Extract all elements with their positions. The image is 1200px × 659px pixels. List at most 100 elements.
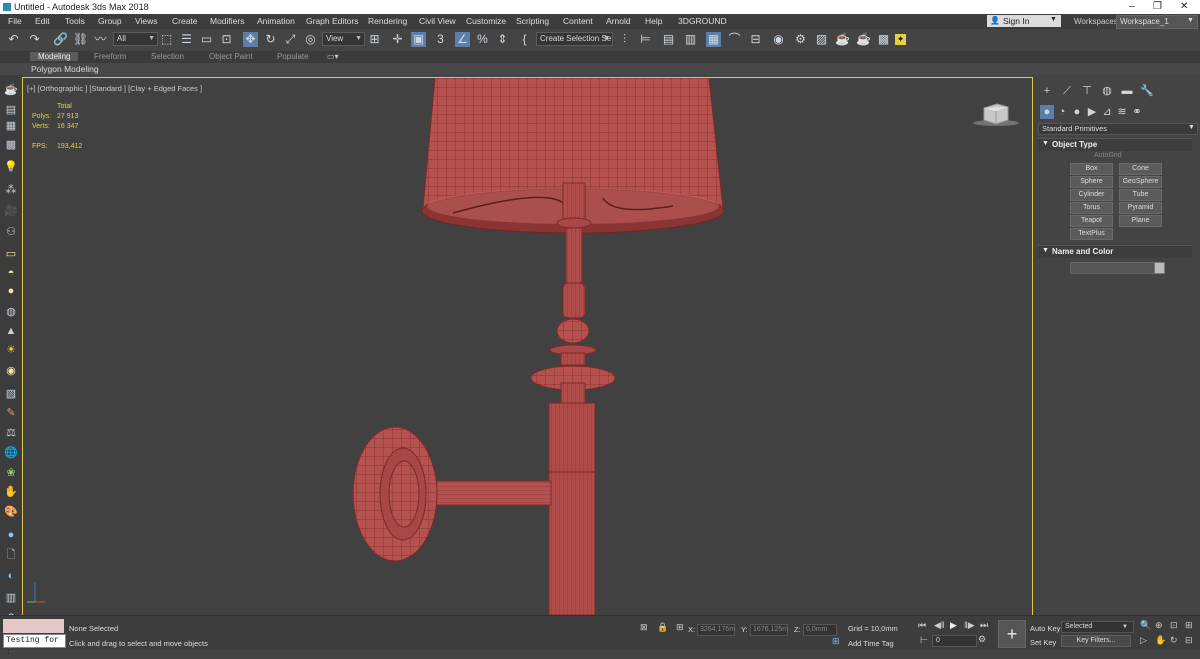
menu-help[interactable]: Help	[645, 16, 662, 26]
isolate-icon[interactable]: ⊠	[640, 622, 648, 633]
layer-list-icon[interactable]: ▦	[4, 120, 18, 132]
ribbon-toggle-icon[interactable]: ▦	[706, 32, 721, 47]
3dground-plugin-icon[interactable]: ✦	[895, 34, 906, 45]
close-icon[interactable]: ✕	[1180, 1, 1188, 12]
cone-button[interactable]: Cone	[1119, 163, 1162, 175]
menu-group[interactable]: Group	[98, 16, 122, 26]
render-iterative-icon[interactable]: ☕	[856, 32, 871, 47]
geometry-icon[interactable]: ●	[1040, 105, 1054, 119]
set-key-label[interactable]: Set Key	[1030, 638, 1056, 647]
tube-button[interactable]: Tube	[1119, 189, 1162, 201]
display-tab-icon[interactable]: ▬	[1120, 84, 1134, 98]
create-tab-icon[interactable]: +	[1040, 84, 1054, 98]
dome-light-icon[interactable]: ◓	[4, 267, 18, 279]
object-color-swatch[interactable]	[1154, 262, 1165, 274]
menu-scripting[interactable]: Scripting	[516, 16, 549, 26]
field-of-view-icon[interactable]: ▷	[1140, 635, 1147, 646]
document-icon[interactable]: 🗋	[4, 549, 18, 561]
helper-grid-icon[interactable]: ▧	[4, 388, 18, 400]
layers-icon[interactable]: ▥	[4, 592, 18, 604]
key-filters-button[interactable]: Key Filters...	[1061, 635, 1131, 647]
tab-populate[interactable]: Populate	[277, 52, 309, 61]
material-editor-icon[interactable]: ◉	[771, 32, 786, 47]
rotate-icon[interactable]: ↻	[263, 32, 278, 47]
camera-icon[interactable]: 🎥	[4, 205, 18, 217]
mirror-icon[interactable]: ⫶	[617, 32, 632, 47]
play-icon[interactable]: ▶	[950, 620, 957, 631]
modify-tab-icon[interactable]: ⟋	[1060, 84, 1074, 98]
absolute-mode-icon[interactable]: ⊞	[676, 622, 684, 633]
systems-icon[interactable]: ⚭	[1130, 105, 1144, 119]
scene-explorer-icon[interactable]: ▥	[683, 32, 698, 47]
y-coordinate[interactable]: 1676,125m	[750, 624, 788, 636]
disc-light-icon[interactable]: ◍	[4, 306, 18, 318]
percent-snap-icon[interactable]: %	[475, 32, 490, 47]
sphere-button[interactable]: Sphere	[1070, 176, 1113, 188]
move-icon[interactable]: ✥	[243, 32, 258, 47]
tab-freeform[interactable]: Freeform	[94, 52, 126, 61]
plane-button[interactable]: Plane	[1119, 215, 1162, 227]
sign-in-button[interactable]: 👤 Sign In ▼	[987, 15, 1061, 27]
bind-space-warp-icon[interactable]: 〰	[93, 32, 108, 47]
shapes-icon[interactable]: ◔	[1055, 105, 1069, 119]
ref-coord-dropdown[interactable]: View ▼	[322, 32, 365, 46]
globe-icon[interactable]: 🌐	[4, 447, 18, 459]
lamp-model[interactable]	[23, 78, 1032, 615]
auto-key-button[interactable]: Auto Key	[1030, 624, 1060, 633]
autogrid-checkbox[interactable]: AutoGrid	[1094, 152, 1122, 159]
tab-selection[interactable]: Selection	[151, 52, 184, 61]
menu-customize[interactable]: Customize	[466, 16, 506, 26]
menu-civil-view[interactable]: Civil View	[419, 16, 456, 26]
previous-frame-icon[interactable]: ◀‖	[934, 620, 945, 631]
menu-create[interactable]: Create	[172, 16, 198, 26]
layer-explorer-icon[interactable]: ▤	[661, 32, 676, 47]
object-type-rollout[interactable]: ▼ Object Type	[1038, 138, 1192, 151]
sphere-icon[interactable]: ●	[4, 529, 18, 541]
curve-editor-icon[interactable]: ⌒	[727, 32, 742, 47]
menu-views[interactable]: Views	[135, 16, 158, 26]
select-by-name-icon[interactable]: ☰	[179, 32, 194, 47]
next-frame-icon[interactable]: ‖▶	[964, 620, 975, 631]
sun-icon[interactable]: ☀	[4, 344, 18, 356]
lock-icon[interactable]: 🔒	[657, 622, 668, 633]
angle-snap-icon[interactable]: ∠	[455, 32, 470, 47]
go-to-start-icon[interactable]: ⏮	[918, 620, 926, 631]
zoom-extents-icon[interactable]: ⊡	[1170, 620, 1178, 631]
zoom-all-icon[interactable]: ⊕	[1155, 620, 1163, 631]
object-icon[interactable]: ◐	[4, 570, 18, 582]
plane-light-icon[interactable]: ▭	[4, 248, 18, 260]
select-object-icon[interactable]: ⬚	[159, 32, 174, 47]
light-bulb-icon[interactable]: 💡	[4, 161, 18, 173]
lights-icon[interactable]: ●	[1070, 105, 1084, 119]
menu-rendering[interactable]: Rendering	[368, 16, 407, 26]
workspace-select[interactable]: Workspace_1 ▼	[1116, 15, 1198, 29]
ribbon-options-icon[interactable]: ▭▾	[327, 52, 339, 61]
spinner-snap-icon[interactable]: ⇕	[495, 32, 510, 47]
spot-light-icon[interactable]: ▲	[4, 325, 18, 337]
selection-filter-dropdown[interactable]: All ▼	[113, 32, 158, 46]
align-icon[interactable]: ⊨	[638, 32, 653, 47]
utilities-tab-icon[interactable]: 🔧	[1140, 84, 1154, 98]
link-icon[interactable]: 🔗	[53, 32, 68, 47]
scale-icon[interactable]: ⤢	[283, 32, 298, 47]
orbit-icon[interactable]: ↻	[1170, 635, 1178, 646]
primitive-type-dropdown[interactable]: Standard Primitives ▼	[1038, 123, 1198, 135]
textplus-button[interactable]: TextPlus	[1070, 228, 1113, 240]
pyramid-button[interactable]: Pyramid	[1119, 202, 1162, 214]
pipette-icon[interactable]: ✎	[4, 407, 18, 419]
render-production-icon[interactable]: ☕	[835, 32, 850, 47]
tab-modeling[interactable]: Modeling	[30, 52, 79, 61]
omni-light-icon[interactable]: ●	[4, 285, 18, 297]
box-button[interactable]: Box	[1070, 163, 1113, 175]
helpers-icon[interactable]: ⊿	[1100, 105, 1114, 119]
menu-file[interactable]: File	[8, 16, 22, 26]
maximize-icon[interactable]: ❐	[1153, 1, 1162, 12]
current-frame-input[interactable]: 0	[932, 635, 977, 647]
ribbon-polygon-modeling[interactable]: Polygon Modeling	[31, 64, 99, 74]
undo-icon[interactable]: ↶	[6, 32, 21, 47]
zoom-icon[interactable]: 🔍	[1140, 620, 1151, 631]
render-setup-icon[interactable]: ⚙	[793, 32, 808, 47]
go-to-end-icon[interactable]: ⏭	[980, 620, 988, 631]
paint-icon[interactable]: 🎨	[4, 506, 18, 518]
selection-set-dropdown[interactable]: Create Selection Se ▼	[536, 32, 613, 46]
